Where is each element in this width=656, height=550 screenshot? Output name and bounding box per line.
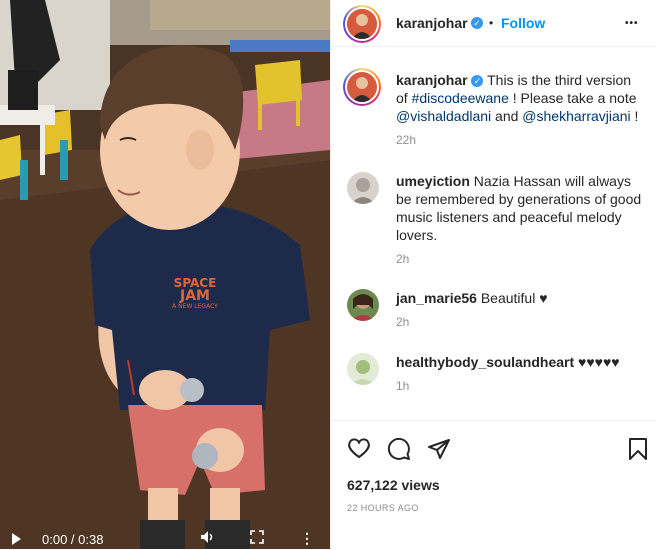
comment-body: Beautiful ♥	[480, 290, 548, 306]
comment-time[interactable]: 1h	[396, 379, 409, 393]
video-controls: 0:00 / 0:38 ⋮	[0, 527, 330, 549]
shirt-logo-line-2: JAM	[180, 288, 210, 304]
comment-username[interactable]: healthybody_soulandheart	[396, 354, 574, 370]
posted-time[interactable]: 22 HOURS AGO	[347, 503, 419, 513]
caption-text-4: !	[630, 108, 639, 124]
hashtag-link[interactable]: #discodeewane	[412, 90, 509, 106]
caption-text-2: ! Please take a note	[508, 90, 637, 106]
caption-text-3: and	[491, 108, 523, 124]
comment-time[interactable]: 2h	[396, 315, 409, 329]
more-icon[interactable]: •••	[625, 18, 639, 29]
volume-icon[interactable]	[200, 530, 216, 547]
post-video[interactable]: SPACE JAM A NEW LEGACY 0:00 / 0:38 ⋮	[0, 0, 330, 549]
mention-link-2[interactable]: @shekharravjiani	[522, 108, 630, 124]
bookmark-icon[interactable]	[628, 437, 648, 466]
play-icon[interactable]	[12, 533, 21, 545]
caption-time[interactable]: 22h	[396, 133, 416, 147]
post-actions: 627,122 views 22 HOURS AGO	[331, 420, 656, 550]
header-username[interactable]: karanjohar	[396, 15, 468, 31]
comment-avatar[interactable]	[347, 172, 379, 204]
share-icon[interactable]	[427, 437, 451, 466]
verified-icon: ✓	[471, 17, 483, 29]
comment-text: jan_marie56 Beautiful ♥	[396, 289, 646, 307]
video-time: 0:00 / 0:38	[42, 532, 104, 547]
comment-text: healthybody_soulandheart ♥♥♥♥♥	[396, 353, 651, 371]
fullscreen-icon[interactable]	[250, 530, 264, 547]
follow-button[interactable]: Follow	[501, 15, 545, 31]
view-count[interactable]: 627,122 views	[347, 477, 440, 493]
caption-verified-icon: ✓	[471, 75, 484, 87]
caption-text: karanjohar ✓ This is the third version o…	[396, 71, 646, 125]
header-separator: •	[489, 16, 494, 30]
video-frame	[0, 0, 330, 549]
avatar[interactable]	[343, 5, 381, 43]
video-more-icon[interactable]: ⋮	[300, 530, 314, 547]
post-sidebar: karanjohar ✓ • Follow ••• karanjohar ✓ T…	[331, 0, 656, 549]
mention-link-1[interactable]: @vishaldadlani	[396, 108, 491, 124]
comment-username[interactable]: umeyiction	[396, 173, 470, 189]
shirt-logo: SPACE JAM A NEW LEGACY	[160, 277, 230, 311]
comment-icon[interactable]	[387, 437, 411, 466]
comment-time[interactable]: 2h	[396, 252, 409, 266]
comment-body: ♥♥♥♥♥	[578, 354, 620, 370]
heart-icon[interactable]	[347, 437, 371, 464]
comment-text: umeyiction Nazia Hassan will always be r…	[396, 172, 646, 244]
comment-avatar[interactable]	[347, 289, 379, 321]
comment-avatar[interactable]	[347, 353, 379, 385]
shirt-logo-line-3: A NEW LEGACY	[172, 303, 218, 310]
post-header: karanjohar ✓ • Follow •••	[331, 0, 656, 47]
caption-username[interactable]: karanjohar	[396, 72, 468, 88]
caption-avatar[interactable]	[343, 68, 381, 106]
comment-username[interactable]: jan_marie56	[396, 290, 477, 306]
